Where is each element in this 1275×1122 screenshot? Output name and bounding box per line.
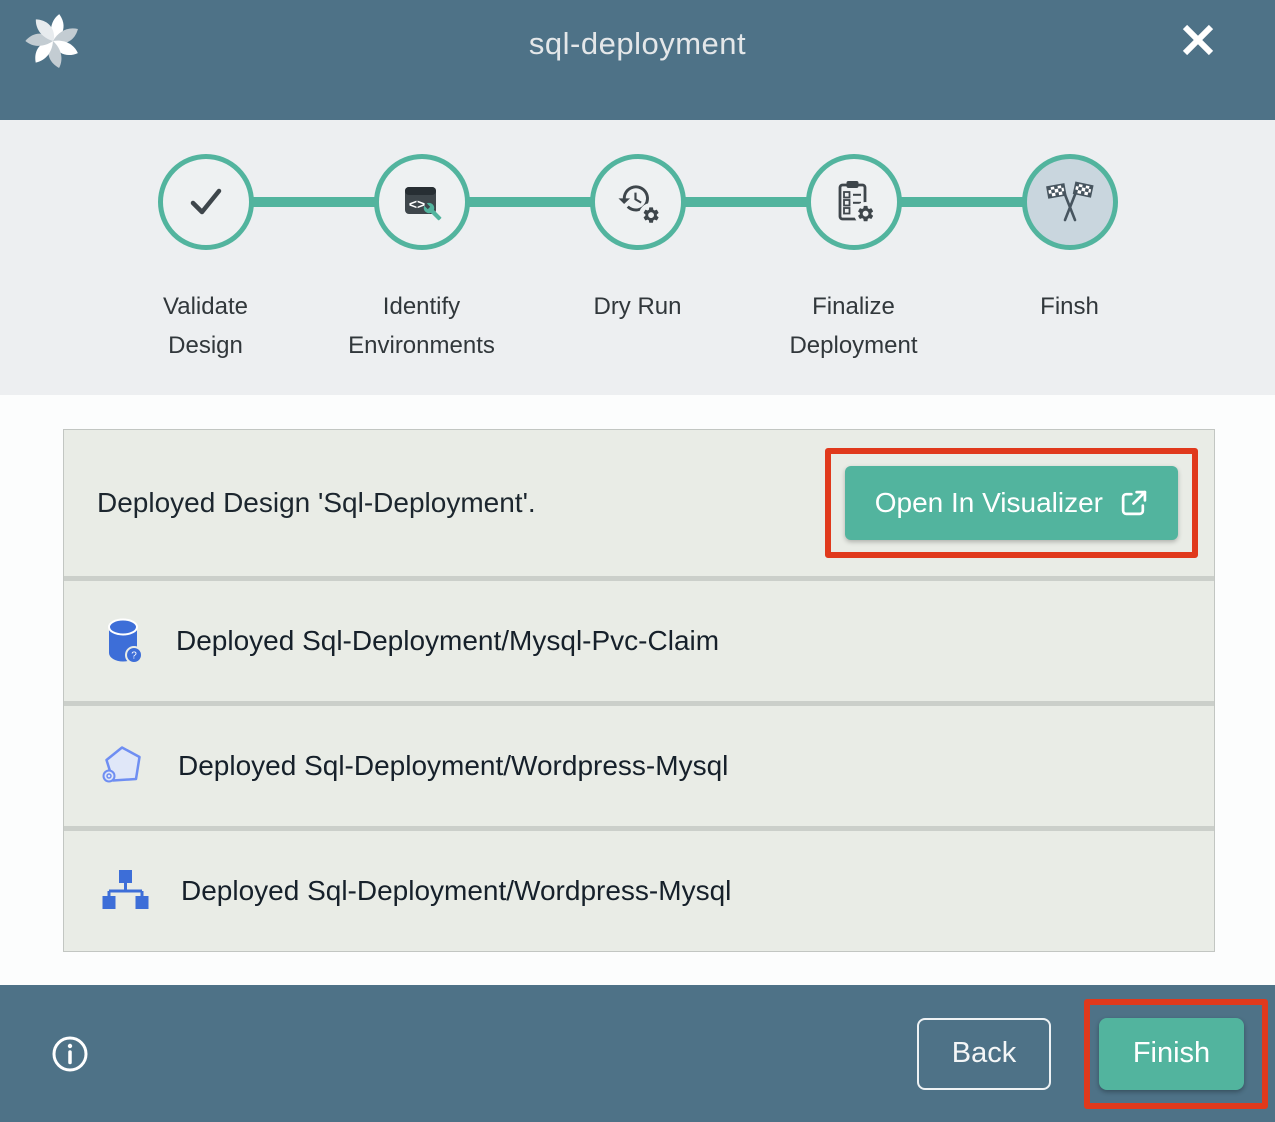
step-finish: Finsh — [962, 120, 1178, 366]
annotation-highlight-finish: Finish — [1084, 999, 1268, 1109]
history-gear-icon — [614, 178, 662, 226]
storage-database-icon: ? — [101, 617, 145, 665]
result-row-deployment: Deployed Sql-Deployment/Wordpress-Mysql — [64, 831, 1214, 951]
deployment-hierarchy-icon — [101, 869, 150, 913]
svg-text:<>: <> — [408, 196, 424, 212]
close-icon — [1178, 20, 1218, 60]
service-pentagon-icon — [101, 743, 147, 789]
step-label: Finsh — [995, 288, 1145, 327]
back-button[interactable]: Back — [917, 1018, 1051, 1090]
step-circle-finalize-deployment — [806, 154, 902, 250]
dialog-footer: Back Finish — [0, 985, 1275, 1122]
open-in-visualizer-label: Open In Visualizer — [875, 487, 1103, 519]
results-list: Deployed Design 'Sql-Deployment'. Open I… — [63, 429, 1215, 952]
results-panel: Deployed Design 'Sql-Deployment'. Open I… — [0, 395, 1275, 985]
code-wrench-icon: <> — [398, 178, 446, 226]
result-row-service: Deployed Sql-Deployment/Wordpress-Mysql — [64, 706, 1214, 826]
step-label: Finalize Deployment — [779, 288, 929, 366]
result-row-text: Deployed Sql-Deployment/Wordpress-Mysql — [178, 750, 728, 782]
step-finalize-deployment: Finalize Deployment — [746, 120, 962, 366]
step-dry-run: Dry Run — [530, 120, 746, 366]
info-button[interactable] — [51, 1035, 89, 1073]
step-circle-finish — [1022, 154, 1118, 250]
result-row-text: Deployed Sql-Deployment/Mysql-Pvc-Claim — [176, 625, 719, 657]
result-row-text: Deployed Sql-Deployment/Wordpress-Mysql — [181, 875, 731, 907]
external-link-icon — [1119, 489, 1148, 518]
deployment-dialog: sql-deployment Validate Design — [0, 0, 1275, 1122]
info-icon — [51, 1035, 89, 1073]
step-label: Dry Run — [563, 288, 713, 327]
annotation-highlight-visualizer: Open In Visualizer — [825, 448, 1198, 558]
open-in-visualizer-button[interactable]: Open In Visualizer — [845, 466, 1178, 540]
step-circle-dry-run — [590, 154, 686, 250]
design-status-text: Deployed Design 'Sql-Deployment'. — [97, 487, 536, 519]
step-identify-environments: <> Identify Environments — [314, 120, 530, 366]
dialog-header: sql-deployment — [0, 0, 1275, 120]
clipboard-gear-icon — [830, 178, 878, 226]
design-status-row: Deployed Design 'Sql-Deployment'. Open I… — [64, 430, 1214, 576]
result-row-storage: ? Deployed Sql-Deployment/Mysql-Pvc-Clai… — [64, 581, 1214, 701]
check-icon — [182, 178, 230, 226]
deployment-stepper: Validate Design <> Identify Environments — [0, 120, 1275, 395]
checkered-flags-icon — [1046, 178, 1094, 226]
step-circle-identify-environments: <> — [374, 154, 470, 250]
step-circle-validate-design — [158, 154, 254, 250]
close-button[interactable] — [1178, 20, 1218, 60]
step-label: Validate Design — [131, 288, 281, 366]
finish-button[interactable]: Finish — [1099, 1018, 1244, 1090]
step-validate-design: Validate Design — [98, 120, 314, 366]
svg-text:?: ? — [131, 651, 137, 662]
step-label: Identify Environments — [347, 288, 497, 366]
dialog-title: sql-deployment — [0, 26, 1275, 62]
